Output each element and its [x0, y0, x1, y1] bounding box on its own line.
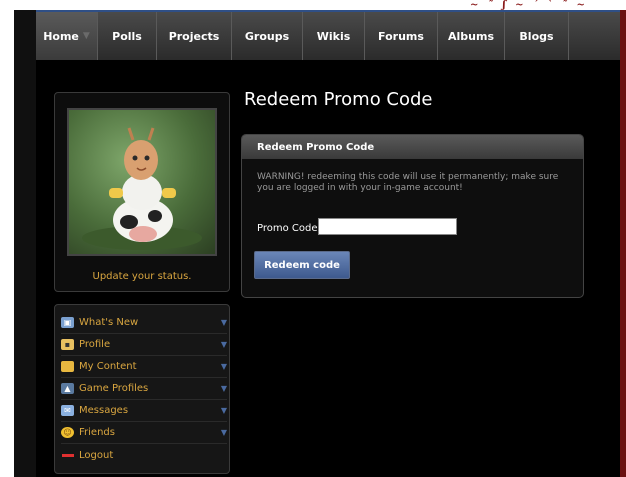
sidebar-item-label: My Content: [79, 361, 137, 372]
nav-albums-label: Albums: [448, 29, 494, 43]
chevron-down-icon[interactable]: ▼: [221, 340, 227, 349]
redeem-code-button[interactable]: Redeem code: [254, 251, 350, 279]
profile-icon: ▪: [61, 339, 74, 350]
nav-wikis-label: Wikis: [316, 29, 351, 43]
sidebar-item-label: Game Profiles: [79, 383, 149, 394]
sidebar-item-label: Friends: [79, 427, 115, 438]
nav-groups-label: Groups: [244, 29, 290, 43]
redeem-card: Redeem Promo Code WARNING! redeeming thi…: [241, 134, 584, 298]
nav-albums[interactable]: Albums: [438, 12, 505, 60]
page-title: Redeem Promo Code: [244, 89, 433, 110]
nav-projects-label: Projects: [168, 29, 220, 43]
nav-projects[interactable]: Projects: [157, 12, 232, 60]
avatar[interactable]: [67, 108, 217, 256]
chevron-down-icon[interactable]: ▼: [221, 428, 227, 437]
promo-code-label: Promo Code:: [257, 223, 321, 234]
nav-forums-label: Forums: [378, 29, 424, 43]
avatar-panel: Update your status.: [54, 92, 230, 292]
nav-home[interactable]: Home ▼: [36, 12, 98, 60]
left-margin: [14, 10, 36, 477]
sidebar-menu: ▣ What's New ▼ ▪ Profile ▼ My Content ▼ …: [54, 304, 230, 474]
chevron-down-icon[interactable]: ▼: [221, 362, 227, 371]
promo-code-input[interactable]: [318, 218, 457, 235]
nav-wikis[interactable]: Wikis: [303, 12, 365, 60]
chevron-down-icon[interactable]: ▼: [221, 406, 227, 415]
chevron-down-icon[interactable]: ▼: [221, 384, 227, 393]
nav-polls[interactable]: Polls: [98, 12, 157, 60]
sidebar-item-label: Logout: [79, 449, 114, 461]
sidebar-item-label: What's New: [79, 317, 139, 328]
nav-blogs-label: Blogs: [519, 29, 554, 43]
main-navbar: Home ▼ Polls Projects Groups Wikis Forum…: [36, 10, 620, 60]
right-edge: [620, 10, 626, 477]
chevron-down-icon: ▼: [82, 31, 90, 41]
sidebar-item-whats-new[interactable]: ▣ What's New ▼: [61, 312, 227, 334]
sidebar-item-friends[interactable]: ☺ Friends ▼: [61, 422, 227, 444]
sidebar-item-label: Messages: [79, 405, 129, 416]
folder-icon: [61, 361, 74, 372]
game-profiles-icon: ▲: [61, 383, 74, 394]
card-header: Redeem Promo Code: [242, 135, 583, 159]
nav-home-label: Home: [43, 29, 79, 43]
sidebar-item-my-content[interactable]: My Content ▼: [61, 356, 227, 378]
warning-text: WARNING! redeeming this code will use it…: [257, 172, 559, 193]
envelope-icon: ✉: [61, 405, 74, 416]
sidebar-item-logout[interactable]: Logout: [61, 444, 227, 466]
sidebar-item-label: Profile: [79, 339, 111, 350]
chevron-down-icon[interactable]: ▼: [221, 318, 227, 327]
logout-icon: [61, 450, 74, 461]
nav-groups[interactable]: Groups: [232, 12, 303, 60]
smiley-icon: ☺: [61, 427, 74, 438]
whats-new-icon: ▣: [61, 317, 74, 328]
sidebar-item-messages[interactable]: ✉ Messages ▼: [61, 400, 227, 422]
update-status-link[interactable]: Update your status.: [55, 271, 229, 282]
nav-forums[interactable]: Forums: [365, 12, 438, 60]
nav-blogs[interactable]: Blogs: [505, 12, 569, 60]
avatar-figure-image: [82, 127, 202, 250]
sidebar-item-profile[interactable]: ▪ Profile ▼: [61, 334, 227, 356]
sidebar-item-game-profiles[interactable]: ▲ Game Profiles ▼: [61, 378, 227, 400]
nav-polls-label: Polls: [112, 29, 142, 43]
